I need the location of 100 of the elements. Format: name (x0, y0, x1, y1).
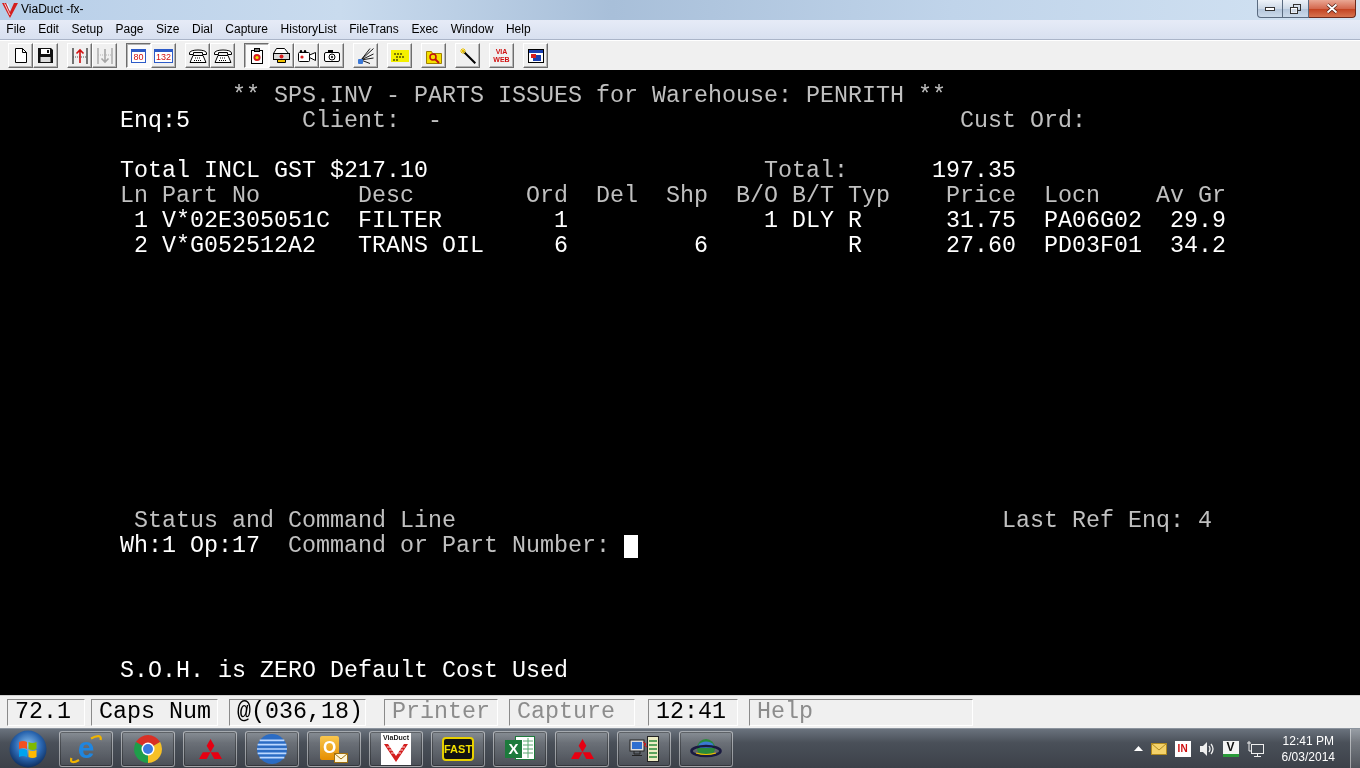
toolbar-button[interactable] (244, 43, 269, 68)
close-icon (1326, 3, 1338, 14)
network-monitor-icon[interactable] (1246, 740, 1264, 757)
column-header: Price (946, 184, 1016, 209)
taskbar-button[interactable]: X (493, 730, 547, 767)
envelope-icon[interactable] (1150, 742, 1167, 755)
clipboard-icon (250, 47, 263, 64)
up-arrow-icon (71, 47, 88, 64)
status-panel: Help (749, 698, 973, 726)
menu-item[interactable]: Setup (65, 20, 110, 39)
price: 27.60 (946, 234, 1016, 259)
striped-sphere-icon (257, 733, 287, 764)
command-prompt: Command or Part Number: (288, 534, 610, 559)
column-header: B/T (792, 184, 834, 209)
column-header: Ln (120, 184, 148, 209)
menu-item[interactable]: Window (444, 20, 500, 39)
column-header: Del (596, 184, 638, 209)
last-ref-enquiry: Last Ref Enq: 4 (1002, 509, 1212, 534)
minimize-button[interactable] (1257, 0, 1283, 18)
restore-button[interactable] (1283, 0, 1309, 18)
column-header: Desc (358, 184, 414, 209)
text-badge-icon: FAST (442, 736, 474, 761)
v-swoosh-icon (2, 2, 18, 18)
total-incl-gst: Total INCL GST $217.10 (120, 159, 428, 184)
v-badge-icon[interactable]: V (1222, 740, 1239, 757)
part-number: V*G052512A2 (162, 234, 316, 259)
note-icon (390, 49, 409, 62)
start-orb-icon[interactable] (8, 729, 47, 768)
ordered-quantity: 1 (554, 209, 568, 234)
toolbar-button[interactable]: 132 (151, 43, 176, 68)
menu-item[interactable]: Dial (185, 20, 219, 39)
client-label: Client: (302, 109, 400, 134)
screen-title: ** SPS.INV - PARTS ISSUES for Warehouse: PENRITH ** (232, 84, 946, 109)
menu-item[interactable]: Size (149, 20, 186, 39)
three-diamonds-icon (570, 738, 594, 759)
taskbar-button[interactable] (245, 730, 299, 767)
bt-code: DLY (792, 209, 834, 234)
average-gross: 34.2 (1170, 234, 1226, 259)
taskbar-button[interactable] (617, 730, 671, 767)
average-gross: 29.9 (1170, 209, 1226, 234)
shipped-quantity: 6 (694, 234, 708, 259)
show-desktop-button[interactable] (1350, 729, 1360, 768)
close-button[interactable] (1309, 0, 1356, 18)
taskbar-button[interactable] (121, 730, 175, 767)
ringed-planet-icon (690, 737, 722, 760)
column-header: B/O (736, 184, 778, 209)
total-label: Total: (764, 159, 848, 184)
camera-icon (323, 49, 340, 62)
brush-icon (357, 47, 374, 64)
column-header: Part No (162, 184, 260, 209)
up-caret-icon[interactable] (1133, 746, 1143, 751)
status-panel: Caps Num (91, 698, 218, 726)
status-panel: Printer (384, 698, 498, 726)
status-message: S.O.H. is ZERO Default Cost Used (120, 659, 568, 684)
computer-network-icon (629, 735, 659, 762)
line-number: 1 (134, 209, 148, 234)
menu-item[interactable]: Page (109, 20, 150, 39)
blank-page-icon (14, 48, 27, 63)
in-badge-icon[interactable]: IN (1174, 740, 1191, 757)
backorder-quantity: 1 (764, 209, 778, 234)
menu-item[interactable]: Help (499, 20, 537, 39)
line-number: 2 (134, 234, 148, 259)
location: PA06G02 (1044, 209, 1142, 234)
taskbar-button[interactable]: FAST (431, 730, 485, 767)
status-heading: Status and Command Line (134, 509, 456, 534)
menu-item[interactable]: FileTrans (342, 20, 406, 39)
description: TRANS OIL (358, 234, 484, 259)
menu-item[interactable]: Exec (405, 20, 445, 39)
menu-item[interactable]: Capture (219, 20, 275, 39)
telephone-icon (188, 48, 207, 63)
status-panel: Capture (509, 698, 635, 726)
ordered-quantity: 6 (554, 234, 568, 259)
column-header: Typ (848, 184, 890, 209)
clock-date[interactable]: 6/03/2014 (1281, 748, 1335, 765)
speaker-icon[interactable] (1198, 740, 1215, 757)
description: FILTER (358, 209, 442, 234)
taskbar-button[interactable] (679, 730, 733, 767)
menu-item[interactable]: Edit (31, 20, 66, 39)
column-header: Ord (526, 184, 568, 209)
down-arrow-icon (96, 47, 113, 64)
column-header: Av Gr (1156, 184, 1226, 209)
status-panel: 72.1 (7, 698, 85, 726)
client-value: - (428, 109, 442, 134)
location: PD03F01 (1044, 234, 1142, 259)
window-title: ViaDuct -fx- (21, 1, 84, 18)
total-value: 197.35 (932, 159, 1016, 184)
part-number: V*02E305051C (162, 209, 330, 234)
printer-icon (273, 48, 290, 63)
status-panel: @(036,18) (229, 698, 366, 726)
window-icon (527, 48, 544, 63)
toolbar-button[interactable]: 80 (126, 43, 151, 68)
cust-ord-label: Cust Ord: (960, 109, 1086, 134)
segmented-circle-icon (134, 734, 162, 763)
three-diamonds-icon (198, 738, 222, 759)
restore-icon (1290, 3, 1301, 14)
column-header: Shp (666, 184, 708, 209)
menu-item[interactable]: HistoryList (274, 20, 343, 39)
clock-time[interactable]: 12:41 PM (1282, 732, 1334, 749)
wand-icon (459, 47, 476, 64)
menu-item[interactable]: File (0, 20, 32, 39)
